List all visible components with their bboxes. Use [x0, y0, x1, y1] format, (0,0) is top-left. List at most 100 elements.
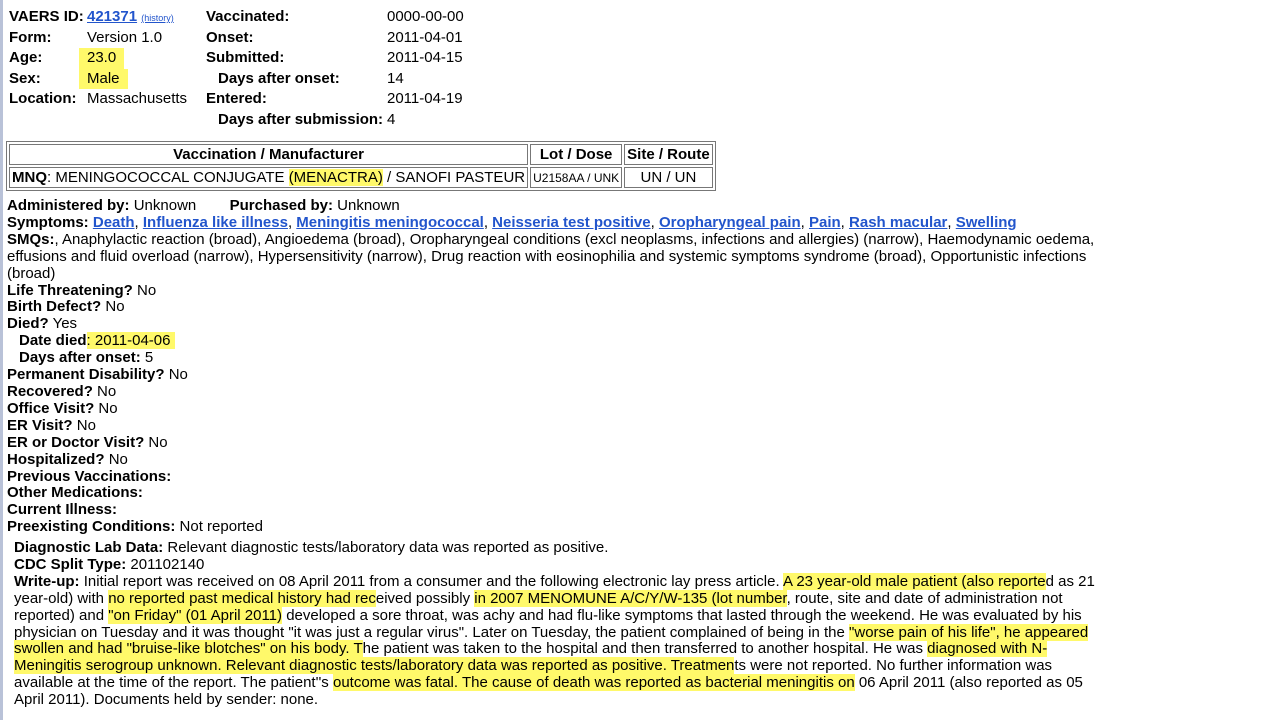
days-after-onset-value: 14 — [387, 69, 404, 87]
submitted-value: 2011-04-15 — [387, 49, 463, 67]
office-visit-label: Office Visit? — [7, 399, 95, 417]
symptoms-row: Symptoms: Death, Influenza like illness,… — [7, 213, 1017, 231]
sex-value: Male — [79, 68, 128, 90]
symptom-link[interactable]: Pain — [809, 214, 841, 231]
life-threatening-row: Life Threatening? No — [7, 281, 1107, 300]
office-visit-row: Office Visit? No — [7, 399, 1107, 418]
other-medications-label: Other Medications: — [7, 484, 143, 502]
er-visit-row: ER Visit? No — [7, 416, 1107, 435]
vaccinated-value: 0000-00-00 — [387, 8, 464, 25]
site-cell: UN / UN — [624, 167, 713, 188]
er-visit-value: No — [76, 416, 96, 434]
age-value: 23.0 — [79, 48, 125, 69]
date-died-label: Date died — [19, 332, 87, 350]
writeup-text: Initial report was received on 08 April … — [83, 572, 783, 590]
form-label: Form: — [9, 28, 52, 46]
history-link[interactable]: (history) — [141, 13, 174, 23]
writeup-text: he patient was taken to the hospital and… — [362, 640, 928, 658]
vaccination-table-header: Vaccination / Manufacturer Lot / Dose Si… — [9, 144, 713, 165]
days-after-onset-row: Days after onset: 5 — [7, 349, 1107, 367]
birth-defect-row: Birth Defect? No — [7, 298, 1107, 316]
days-after-submission-label: Days after submission: — [218, 110, 384, 128]
location-label: Location: — [9, 90, 77, 108]
symptom-link[interactable]: Oropharyngeal pain — [659, 214, 801, 231]
er-visit-label: ER Visit? — [7, 416, 73, 434]
vaccine-code: MNQ — [12, 169, 47, 186]
writeup-highlight: no reported past medical history had rec — [108, 589, 376, 607]
hospitalized-value: No — [108, 450, 128, 468]
lot-cell: U2158AA / UNK — [530, 167, 623, 188]
days-after-onset-label: Days after onset: — [218, 69, 340, 87]
diagnostic-lab-value: Relevant diagnostic tests/laboratory dat… — [167, 539, 609, 556]
symptom-link[interactable]: Neisseria test positive — [492, 214, 650, 231]
office-visit-value: No — [98, 399, 118, 417]
symptom-link[interactable]: Influenza like illness — [143, 214, 288, 231]
birth-defect-label: Birth Defect? — [7, 298, 102, 316]
onset-value: 2011-04-01 — [387, 28, 463, 46]
date-died-row: Date died: 2011-04-06 — [7, 332, 1107, 350]
cdc-split-row: CDC Split Type: 201102140 — [14, 555, 1104, 574]
report-writeup-section: Diagnostic Lab Data: Relevant diagnostic… — [14, 539, 1104, 709]
cdc-split-label: CDC Split Type: — [14, 555, 127, 573]
table-row: MNQ: MENINGOCOCCAL CONJUGATE (MENACTRA) … — [9, 167, 713, 188]
preexisting-value: Not reported — [179, 518, 263, 536]
smqs-row: SMQs:, Anaphylactic reaction (broad), An… — [7, 230, 1107, 283]
vaccine-name-pre: : MENINGOCOCCAL CONJUGATE — [47, 169, 289, 186]
location-value: Massachusetts — [87, 90, 188, 108]
symptom-link[interactable]: Death — [93, 214, 135, 231]
days-after-onset2-label: Days after onset: — [19, 349, 141, 367]
writeup-highlight: A 23 year-old male patient (also reporte — [782, 572, 1046, 590]
purchased-value: Unknown — [337, 197, 400, 214]
date-died-value: : 2011-04-06 — [86, 332, 175, 350]
writeup-label: Write-up: — [14, 572, 80, 590]
symptoms-label: Symptoms: — [7, 213, 89, 231]
recovered-label: Recovered? — [7, 382, 93, 400]
died-label: Died? — [7, 315, 49, 333]
vaers-id-link[interactable]: 421371 — [87, 8, 137, 25]
smqs-label: SMQs: — [7, 230, 55, 248]
sex-label: Sex: — [9, 69, 41, 87]
report-details: Administered by: Unknown Purchased by: U… — [7, 197, 1107, 536]
smqs-value: , Anaphylactic reaction (broad), Angioed… — [7, 230, 1095, 282]
er-doctor-value: No — [148, 433, 168, 451]
vaccination-table: Vaccination / Manufacturer Lot / Dose Si… — [6, 141, 716, 191]
permanent-disability-label: Permanent Disability? — [7, 366, 165, 384]
vaccine-manufacturer: / SANOFI PASTEUR — [382, 169, 526, 186]
diagnostic-lab-label: Diagnostic Lab Data: — [14, 539, 164, 556]
recovered-value: No — [97, 382, 117, 400]
entered-value: 2011-04-19 — [387, 90, 463, 108]
vaers-id-label: VAERS ID: — [9, 8, 84, 25]
writeup-highlight: in 2007 MENOMUNE A/C/Y/W-135 (lot number — [474, 589, 787, 607]
life-threatening-label: Life Threatening? — [7, 281, 133, 299]
col-site: Site / Route — [624, 144, 713, 165]
life-threatening-value: No — [137, 281, 157, 299]
date-died-text: 2011-04-06 — [94, 332, 171, 350]
administered-row: Administered by: Unknown Purchased by: U… — [7, 197, 1107, 215]
symptom-link[interactable]: Rash macular — [849, 214, 947, 231]
previous-vaccinations-label: Previous Vaccinations: — [7, 467, 172, 485]
writeup-paragraph: Write-up: Initial report was received on… — [14, 572, 1104, 709]
current-illness-label: Current Illness: — [7, 501, 118, 519]
administered-value: Unknown — [133, 197, 197, 214]
col-lot: Lot / Dose — [530, 144, 623, 165]
preexisting-label: Preexisting Conditions: — [7, 518, 176, 536]
cdc-split-value: 201102140 — [130, 555, 205, 573]
current-illness-row: Current Illness: — [7, 501, 1107, 519]
vaccinated-label: Vaccinated: — [206, 8, 290, 25]
submitted-label: Submitted: — [206, 49, 285, 67]
recovered-row: Recovered? No — [7, 382, 1107, 401]
hospitalized-row: Hospitalized? No — [7, 450, 1107, 469]
age-label: Age: — [9, 49, 43, 67]
symptom-link[interactable]: Meningitis meningococcal — [296, 214, 484, 231]
er-doctor-label: ER or Doctor Visit? — [7, 433, 145, 451]
hospitalized-label: Hospitalized? — [7, 450, 105, 468]
birth-defect-value: No — [105, 298, 125, 316]
died-row: Died? Yes — [7, 315, 1107, 333]
permanent-disability-value: No — [168, 366, 188, 384]
symptom-link[interactable]: Swelling — [956, 214, 1017, 231]
writeup-highlight: "on Friday" (01 April 2011) — [108, 606, 283, 624]
form-value: Version 1.0 — [87, 28, 163, 46]
purchased-label: Purchased by: — [229, 197, 333, 214]
er-doctor-row: ER or Doctor Visit? No — [7, 433, 1107, 452]
days-after-onset2-value: 5 — [144, 349, 154, 367]
